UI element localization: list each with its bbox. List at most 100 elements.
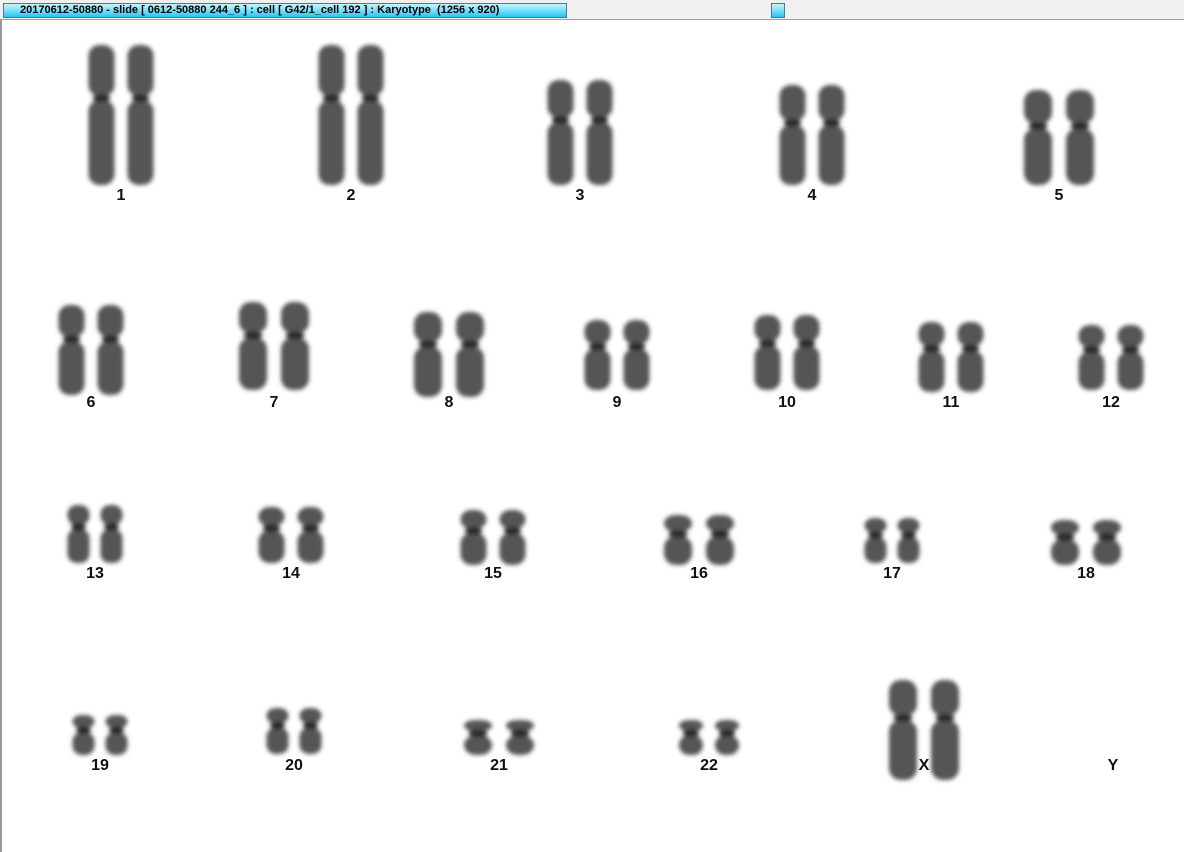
chromosome-short-arm — [58, 305, 85, 338]
chromosome-short-arm — [818, 85, 845, 121]
chromosome-long-arm — [258, 530, 285, 563]
chromosome-12-a[interactable] — [1078, 325, 1105, 390]
chromosome-long-arm — [97, 341, 124, 395]
chromosome-20-b[interactable] — [299, 708, 322, 754]
chromosome-21-b[interactable] — [506, 720, 534, 755]
chromosome-long-arm — [88, 100, 115, 185]
chromosome-14-a[interactable] — [258, 507, 285, 563]
chromosome-1-b[interactable] — [127, 45, 154, 185]
chromosome-22-a[interactable] — [679, 720, 703, 755]
chromosome-short-arm — [897, 518, 920, 534]
chromosome-short-arm — [706, 515, 734, 532]
chromosome-short-arm — [1051, 520, 1079, 536]
chromosome-17-b[interactable] — [897, 518, 920, 563]
chromosome-15-b[interactable] — [499, 510, 526, 565]
chromosome-short-arm — [623, 320, 650, 345]
centromere — [710, 530, 730, 538]
secondary-tab[interactable] — [771, 3, 785, 18]
centromere — [758, 339, 777, 348]
chromosome-short-arm — [318, 45, 345, 97]
chromosome-5-b[interactable] — [1066, 90, 1094, 185]
chromosome-short-arm — [460, 510, 487, 529]
chromosome-5-a[interactable] — [1024, 90, 1052, 185]
chromosome-long-arm — [318, 100, 345, 185]
chromosome-long-arm — [357, 100, 384, 185]
chromosome-8-a[interactable] — [414, 312, 442, 397]
chromosome-16-a[interactable] — [664, 515, 692, 565]
chromosome-X-a[interactable] — [889, 680, 917, 780]
chromosome-long-arm — [547, 121, 574, 185]
chromosome-6-b[interactable] — [97, 305, 124, 395]
centromere — [1121, 345, 1140, 354]
chromosome-label-4: 4 — [808, 187, 817, 204]
chromosome-21-a[interactable] — [464, 720, 492, 755]
chromosome-label-13: 13 — [86, 565, 104, 582]
chromosome-8-b[interactable] — [456, 312, 484, 397]
chromosome-18-a[interactable] — [1051, 520, 1079, 565]
chromosome-short-arm — [1078, 325, 1105, 348]
chromosome-10-a[interactable] — [754, 315, 781, 390]
centromere — [460, 340, 480, 349]
chromosome-19-b[interactable] — [105, 715, 128, 755]
chromosome-7-a[interactable] — [239, 302, 267, 390]
centromere — [503, 526, 522, 535]
chromosome-label-Y: Y — [1108, 757, 1119, 774]
chromosome-13-b[interactable] — [100, 505, 123, 563]
chromosome-15-a[interactable] — [460, 510, 487, 565]
centromere — [104, 523, 119, 532]
chromosome-long-arm — [1066, 128, 1094, 185]
chromosome-long-arm — [299, 727, 322, 754]
chromosome-11-b[interactable] — [957, 322, 984, 392]
chromosome-9-b[interactable] — [623, 320, 650, 390]
chromosome-6-a[interactable] — [58, 305, 85, 395]
chromosome-12-b[interactable] — [1117, 325, 1144, 390]
chromosome-11-a[interactable] — [918, 322, 945, 392]
chromosome-2-a[interactable] — [318, 45, 345, 185]
chromosome-7-b[interactable] — [281, 302, 309, 390]
chromosome-3-b[interactable] — [586, 80, 613, 185]
chromosome-short-arm — [67, 505, 90, 526]
chromosome-label-14: 14 — [282, 565, 300, 582]
chromosome-long-arm — [584, 348, 611, 390]
chromosome-label-5: 5 — [1055, 187, 1064, 204]
chromosome-20-a[interactable] — [266, 708, 289, 754]
chromosome-long-arm — [499, 532, 526, 565]
chromosome-long-arm — [100, 529, 123, 563]
chromosome-14-b[interactable] — [297, 507, 324, 563]
chromosome-1-a[interactable] — [88, 45, 115, 185]
chromosome-3-a[interactable] — [547, 80, 574, 185]
centromere — [1055, 533, 1075, 542]
chromosome-13-a[interactable] — [67, 505, 90, 563]
chromosome-19-a[interactable] — [72, 715, 95, 755]
chromosome-4-b[interactable] — [818, 85, 845, 185]
chromosome-22-b[interactable] — [715, 720, 739, 755]
chromosome-2-b[interactable] — [357, 45, 384, 185]
chromosome-short-arm — [456, 312, 484, 343]
chromosome-9-a[interactable] — [584, 320, 611, 390]
centromere — [510, 729, 530, 738]
chromosome-short-arm — [299, 708, 322, 724]
chromosome-long-arm — [779, 125, 806, 185]
centromere — [285, 331, 305, 340]
centromere — [131, 94, 150, 103]
centromere — [322, 94, 341, 103]
chromosome-4-a[interactable] — [779, 85, 806, 185]
chromosome-long-arm — [754, 345, 781, 390]
chromosome-long-arm — [1024, 128, 1052, 185]
chromosome-17-a[interactable] — [864, 518, 887, 563]
chromosome-label-2: 2 — [347, 187, 356, 204]
centromere — [262, 524, 281, 533]
chromosome-long-arm — [72, 732, 95, 755]
chromosome-X-b[interactable] — [931, 680, 959, 780]
chromosome-10-b[interactable] — [793, 315, 820, 390]
chromosome-long-arm — [460, 532, 487, 565]
chromosome-short-arm — [281, 302, 309, 334]
window-title-tab[interactable]: 20170612-50880 - slide [ 0612-50880 244_… — [3, 3, 567, 18]
centromere — [71, 523, 86, 532]
chromosome-16-b[interactable] — [706, 515, 734, 565]
centromere — [418, 340, 438, 349]
chromosome-short-arm — [127, 45, 154, 97]
chromosome-18-b[interactable] — [1093, 520, 1121, 565]
chromosome-short-arm — [664, 515, 692, 532]
centromere — [961, 344, 980, 353]
